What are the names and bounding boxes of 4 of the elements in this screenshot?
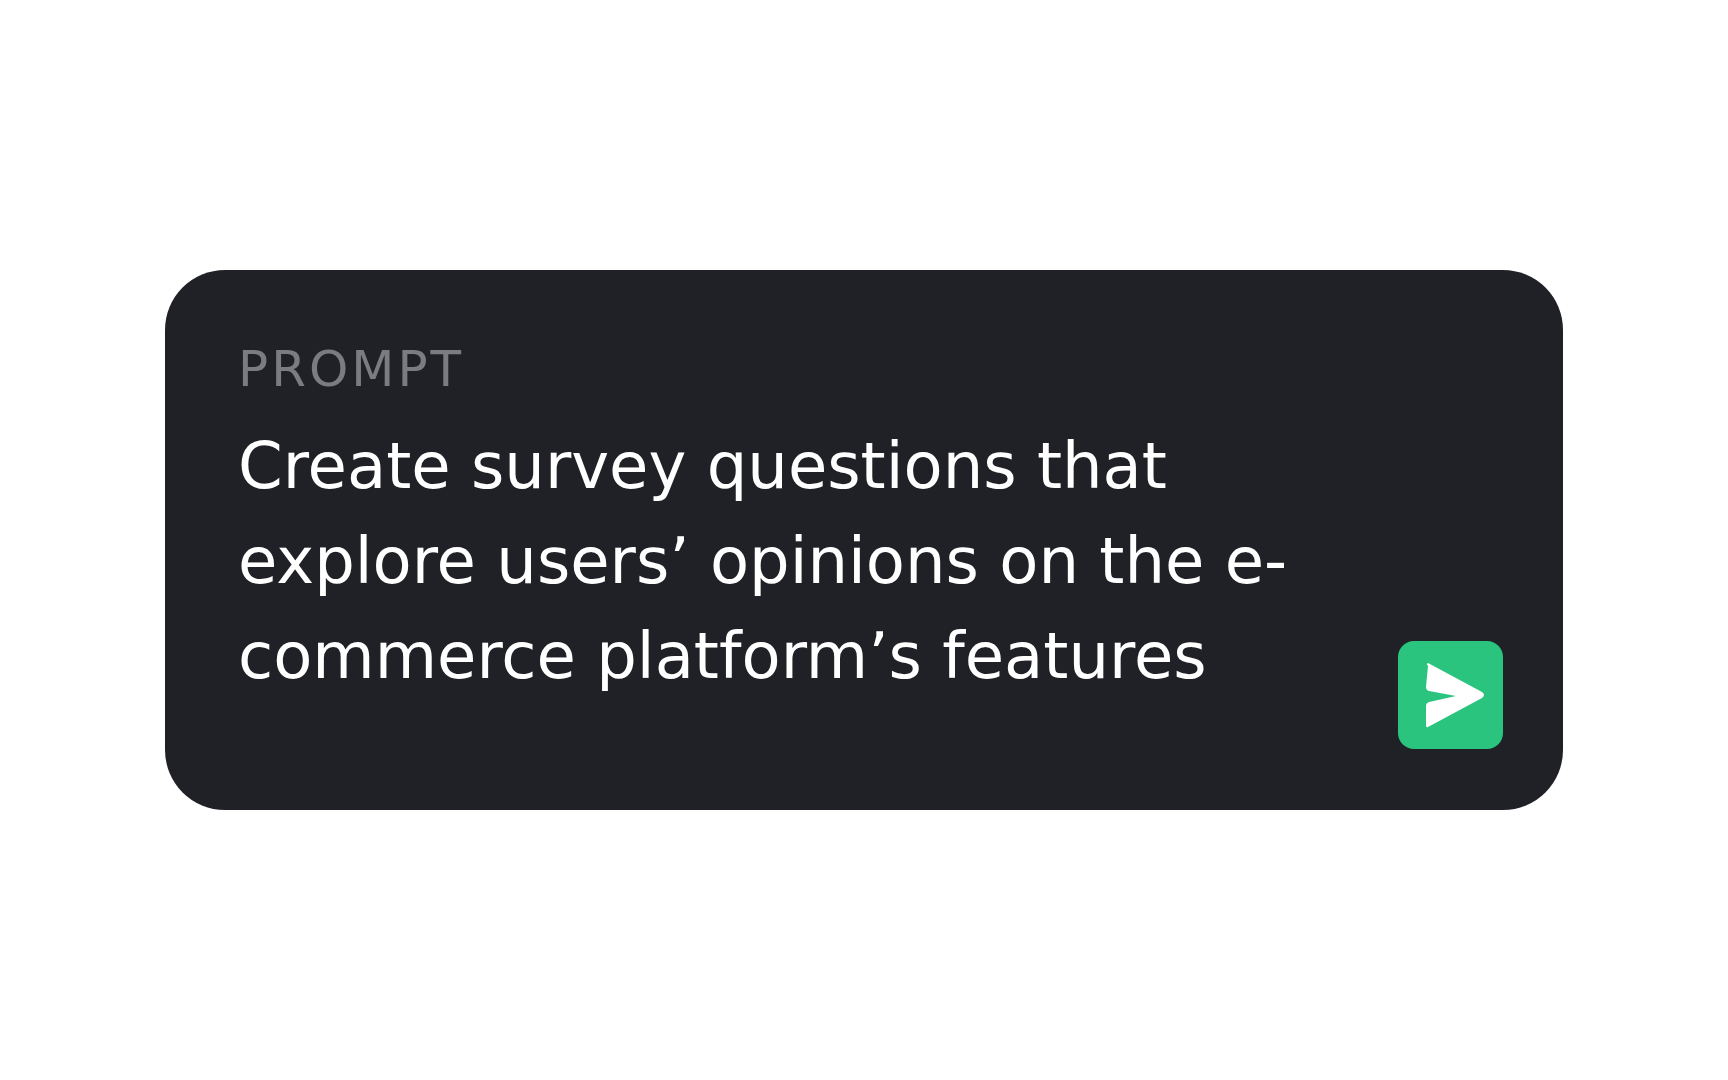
prompt-label: PROMPT [238,342,466,397]
send-button[interactable] [1398,641,1503,749]
send-icon [1423,662,1486,728]
prompt-text: Create survey questions that explore users’ opinions on the e-commerce platform’s features [238,428,1289,695]
